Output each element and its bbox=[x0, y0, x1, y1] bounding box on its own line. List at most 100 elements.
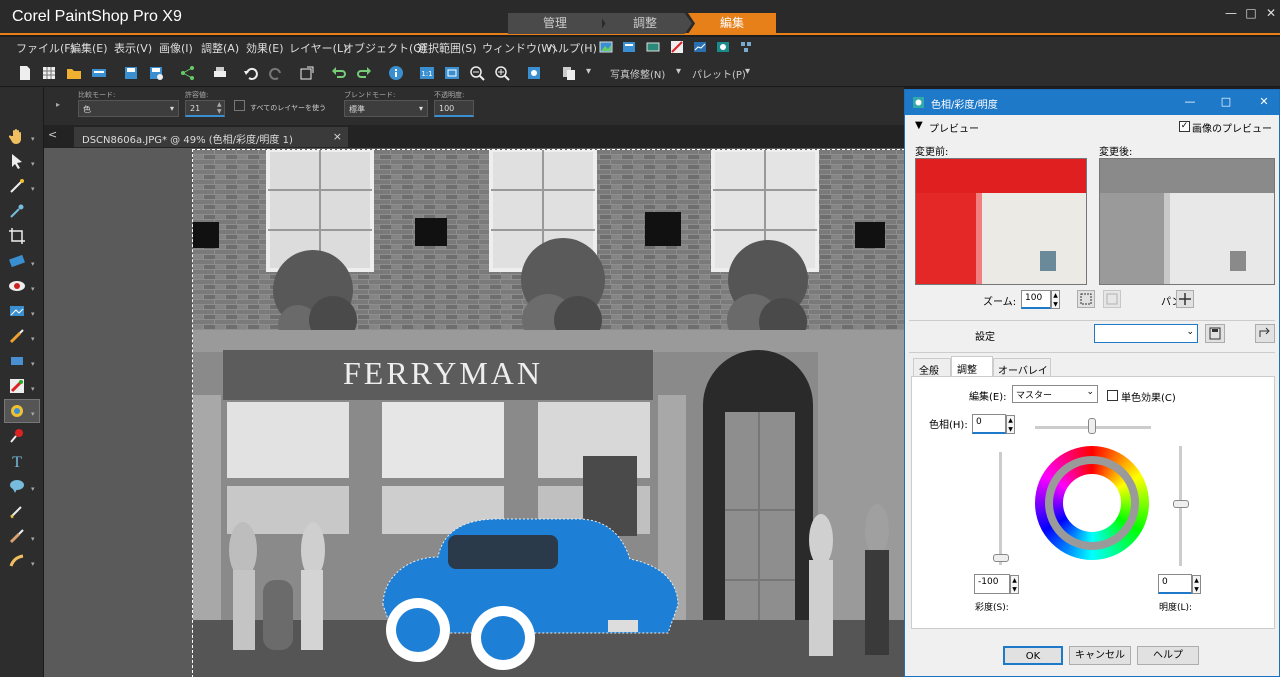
menu-objects[interactable]: オブジェクト(O) bbox=[343, 40, 426, 56]
info-icon[interactable] bbox=[388, 65, 404, 81]
tab-edit[interactable]: 編集 bbox=[688, 13, 776, 34]
colorize-checkbox[interactable] bbox=[1107, 390, 1118, 401]
tab-overlay[interactable]: オーバレイ bbox=[993, 358, 1051, 377]
tool-flyout-icon[interactable]: ▾ bbox=[31, 185, 37, 193]
menu-window[interactable]: ウィンドウ(W) bbox=[482, 40, 556, 56]
tolerance-spinner-icon[interactable]: ▲ ▼ bbox=[217, 101, 225, 116]
copy-dropdown-icon[interactable]: ▾ bbox=[586, 66, 591, 77]
canvas-area[interactable]: FERRYMAN bbox=[44, 148, 905, 677]
tool-flyout-icon[interactable]: ▾ bbox=[31, 285, 37, 293]
dropper-icon[interactable] bbox=[8, 202, 26, 220]
lightness-spinner-icon[interactable]: ▲ ▼ bbox=[1192, 575, 1201, 594]
screen-icon[interactable] bbox=[646, 40, 660, 54]
photo-fix-menu[interactable]: 写真修整(N) bbox=[610, 66, 665, 81]
hue-spinner-icon[interactable]: ▲ ▼ bbox=[1006, 415, 1015, 434]
eraser-icon[interactable] bbox=[8, 352, 26, 370]
red-eye-icon[interactable] bbox=[8, 277, 26, 295]
blend-mode-select[interactable]: 標準 ▾ bbox=[344, 100, 428, 117]
tool-flyout-icon[interactable]: ▾ bbox=[31, 485, 37, 493]
zoom-to-fit-button[interactable] bbox=[1077, 290, 1095, 308]
zoom-actual-button[interactable] bbox=[1103, 290, 1121, 308]
hue-slider-thumb[interactable] bbox=[1088, 418, 1096, 434]
menu-help[interactable]: ヘルプ(H) bbox=[547, 40, 597, 56]
menu-image[interactable]: 画像(I) bbox=[159, 40, 193, 56]
palette-dropdown-icon[interactable]: ▾ bbox=[745, 66, 750, 77]
actual-size-icon[interactable]: 1:1 bbox=[419, 65, 435, 81]
palette-menu[interactable]: パレット(P) bbox=[692, 66, 746, 81]
tool-flyout-icon[interactable]: ▾ bbox=[31, 160, 37, 168]
save-preset-button[interactable] bbox=[1205, 324, 1225, 343]
pick-arrow-icon[interactable] bbox=[8, 152, 26, 170]
magic-wand-icon[interactable] bbox=[8, 177, 26, 195]
tab-adjust[interactable]: 調整 bbox=[598, 13, 692, 34]
menu-file[interactable]: ファイル(F) bbox=[16, 40, 75, 56]
scan-icon[interactable] bbox=[91, 65, 107, 81]
tab-adjust[interactable]: 調整 bbox=[951, 356, 993, 377]
zoom-spinner-icon[interactable]: ▲ ▼ bbox=[1051, 290, 1060, 309]
fullscreen-icon[interactable] bbox=[526, 65, 542, 81]
new-grid-icon[interactable] bbox=[41, 65, 57, 81]
restore-icon[interactable]: □ bbox=[1242, 4, 1260, 22]
image-icon[interactable] bbox=[599, 40, 613, 54]
paint-brush-icon[interactable] bbox=[8, 327, 26, 345]
document-tab[interactable]: DSCN8606a.JPG* @ 49% (色相/彩度/明度 1) × bbox=[74, 127, 348, 147]
undo-green-icon[interactable] bbox=[331, 65, 347, 81]
tool-flyout-icon[interactable]: ▾ bbox=[31, 310, 37, 318]
menu-layers[interactable]: レイヤー(L) bbox=[289, 40, 347, 56]
ok-button[interactable]: OK bbox=[1003, 646, 1063, 665]
chart-icon[interactable] bbox=[693, 40, 707, 54]
tool-flyout-icon[interactable]: ▾ bbox=[31, 560, 37, 568]
pan-button[interactable] bbox=[1176, 290, 1194, 308]
resize-icon[interactable] bbox=[299, 65, 315, 81]
tabs-scroll-left[interactable]: < bbox=[48, 128, 60, 141]
grid-icon[interactable] bbox=[739, 40, 753, 54]
redo-icon[interactable] bbox=[268, 65, 284, 81]
dialog-minimize-icon[interactable]: — bbox=[1183, 95, 1197, 109]
preview-collapse-icon[interactable]: ▼ bbox=[915, 120, 923, 131]
saturation-slider-track[interactable] bbox=[999, 452, 1002, 565]
menu-adjust[interactable]: 調整(A) bbox=[201, 40, 239, 56]
tool-flyout-icon[interactable]: ▾ bbox=[31, 135, 37, 143]
new-file-icon[interactable] bbox=[17, 65, 33, 81]
options-collapse-icon[interactable]: ▸ bbox=[56, 100, 66, 109]
saturation-spinner-icon[interactable]: ▲ ▼ bbox=[1010, 575, 1019, 594]
sun-icon[interactable] bbox=[716, 40, 730, 54]
photo-fix-dropdown-icon[interactable]: ▾ bbox=[676, 66, 681, 77]
straighten-icon[interactable] bbox=[8, 252, 26, 270]
menu-selections[interactable]: 選択範囲(S) bbox=[417, 40, 477, 56]
fit-window-icon[interactable] bbox=[444, 65, 460, 81]
text-icon[interactable]: T bbox=[8, 452, 26, 470]
menu-view[interactable]: 表示(V) bbox=[114, 40, 152, 56]
minimize-icon[interactable]: — bbox=[1222, 4, 1240, 22]
saturation-slider-thumb[interactable] bbox=[993, 554, 1009, 562]
zoom-out-icon[interactable] bbox=[469, 65, 485, 81]
tool-flyout-icon[interactable]: ▾ bbox=[31, 260, 37, 268]
pushpin-icon[interactable] bbox=[8, 427, 26, 445]
undo-icon[interactable] bbox=[243, 65, 259, 81]
tool-flyout-icon[interactable]: ▾ bbox=[31, 335, 37, 343]
shape-icon[interactable] bbox=[8, 477, 26, 495]
copy-icon[interactable] bbox=[561, 65, 577, 81]
clone-icon[interactable] bbox=[8, 302, 26, 320]
redo-green-icon[interactable] bbox=[356, 65, 372, 81]
menu-edit[interactable]: 編集(E) bbox=[70, 40, 108, 56]
print-icon[interactable] bbox=[212, 65, 228, 81]
pan-hand-icon[interactable] bbox=[8, 127, 26, 145]
before-preview[interactable] bbox=[915, 158, 1087, 285]
web-icon[interactable] bbox=[622, 40, 636, 54]
color-changer-icon[interactable] bbox=[8, 377, 26, 395]
compare-mode-select[interactable]: 色 ▾ bbox=[78, 100, 179, 117]
image-preview-checkbox[interactable]: ✓ bbox=[1179, 121, 1190, 132]
tool-flyout-icon[interactable]: ▾ bbox=[31, 360, 37, 368]
tool-flyout-icon[interactable]: ▾ bbox=[31, 385, 37, 393]
close-tab-icon[interactable]: × bbox=[333, 130, 342, 143]
close-icon[interactable]: ✕ bbox=[1262, 4, 1280, 22]
save-as-icon[interactable] bbox=[148, 65, 164, 81]
red-diagonal-icon[interactable] bbox=[670, 40, 684, 54]
crop-icon[interactable] bbox=[8, 227, 26, 245]
save-icon[interactable] bbox=[123, 65, 139, 81]
pen-icon[interactable] bbox=[8, 502, 26, 520]
tool-flyout-icon[interactable]: ▾ bbox=[31, 410, 37, 418]
tab-manage[interactable]: 管理 bbox=[508, 13, 602, 34]
tab-general[interactable]: 全般 bbox=[913, 358, 951, 377]
